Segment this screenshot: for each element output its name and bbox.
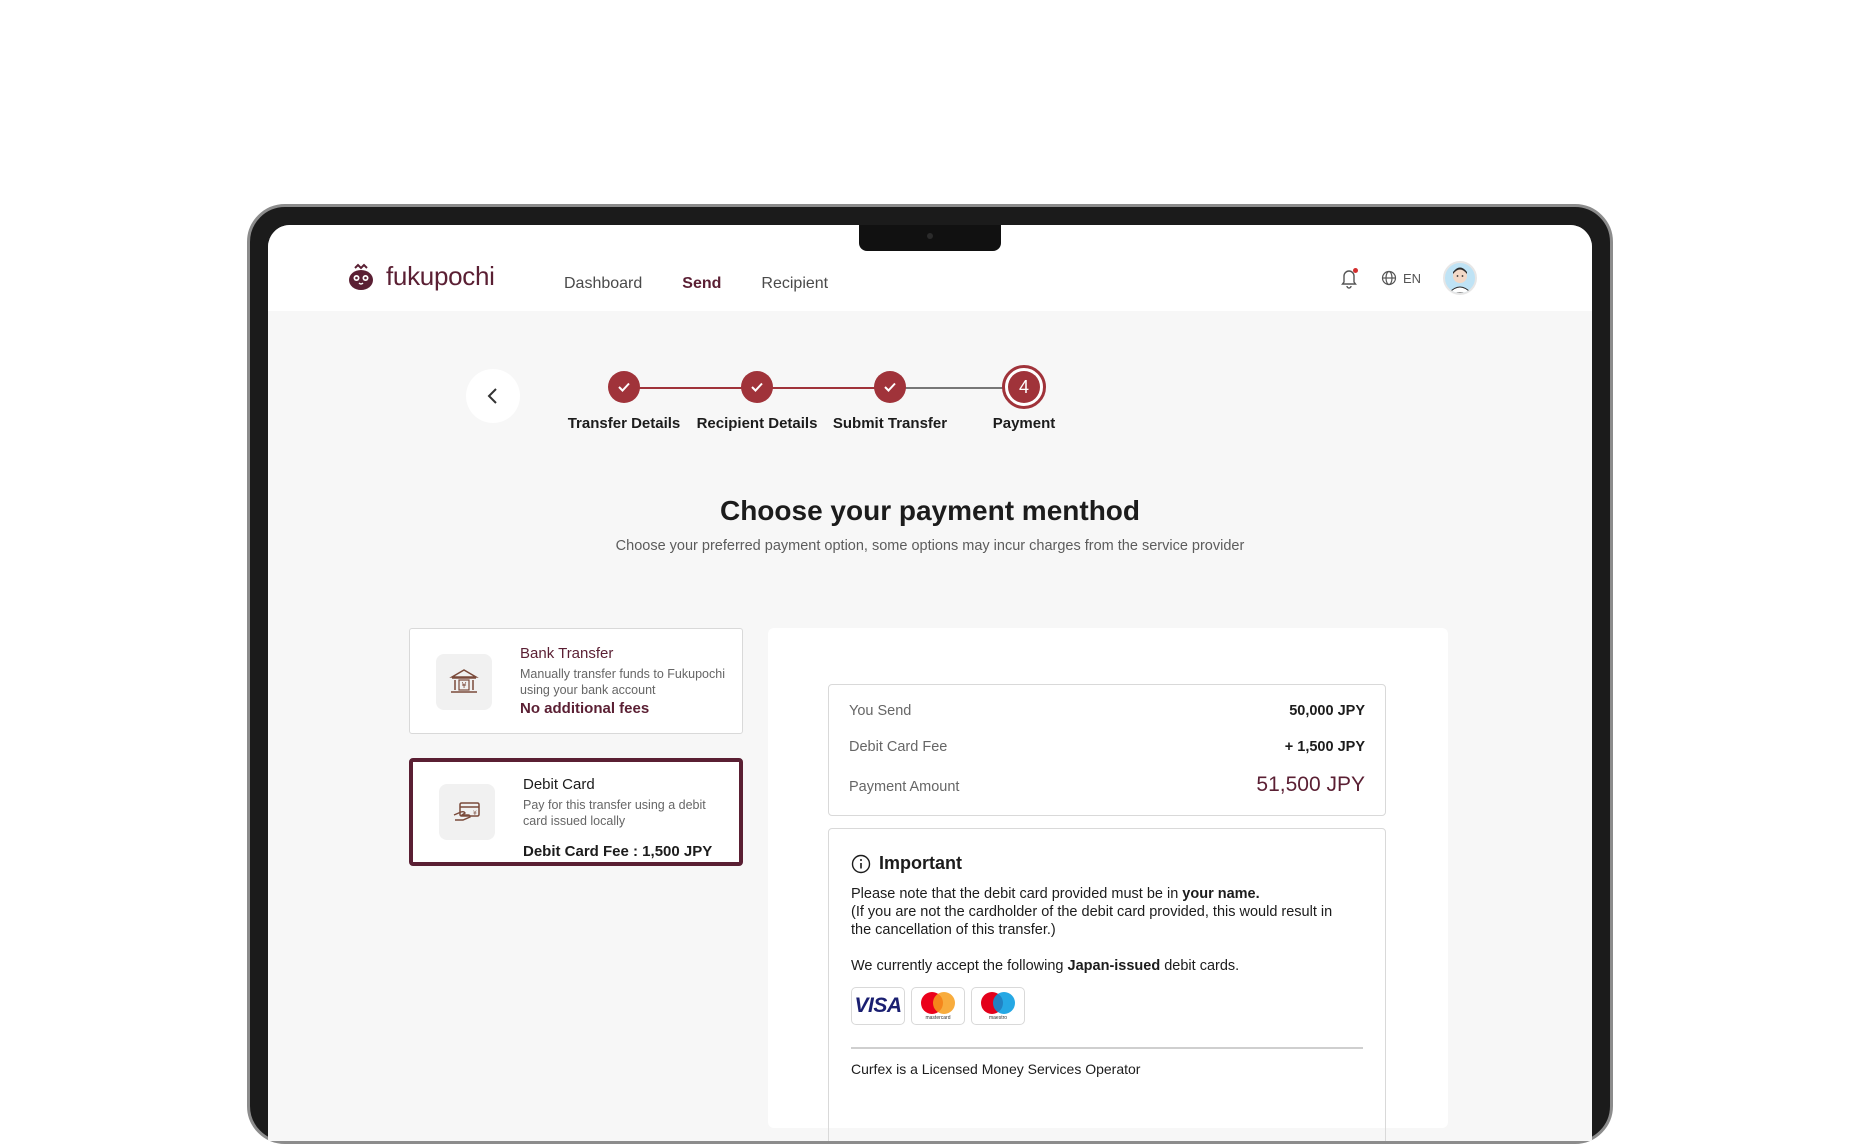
summary-label: Payment Amount	[849, 779, 960, 795]
license-note: Curfex is a Licensed Money Services Oper…	[851, 1061, 1141, 1077]
payment-summary: You Send 50,000 JPY Debit Card Fee + 1,5…	[828, 684, 1386, 816]
important-title: Important	[879, 853, 962, 873]
option-title: Bank Transfer	[520, 645, 614, 662]
important-line-2: (If you are not the cardholder of the de…	[851, 904, 1333, 938]
card-payment-icon: ¥	[439, 784, 495, 840]
maestro-logo-icon: maestro	[971, 987, 1025, 1025]
fukupochi-logo-icon	[349, 263, 373, 290]
nav-actions: EN	[1339, 261, 1477, 295]
svg-text:¥: ¥	[461, 681, 466, 690]
option-title: Debit Card	[523, 776, 595, 793]
step-number: 4	[1008, 371, 1040, 403]
mastercard-wordmark: mastercard	[925, 1014, 951, 1021]
info-icon	[851, 854, 871, 873]
step-payment: 4 Payment	[944, 365, 1104, 432]
language-code: EN	[1402, 270, 1421, 286]
maestro-circles	[980, 991, 1016, 1014]
language-selector[interactable]: EN	[1381, 270, 1421, 286]
globe-icon	[1381, 270, 1397, 286]
nav-recipient[interactable]: Recipient	[761, 275, 828, 293]
camera-notch	[859, 225, 1001, 251]
option-description: Pay for this transfer using a debit card…	[523, 798, 706, 828]
nav-dashboard[interactable]: Dashboard	[564, 275, 642, 293]
summary-label: You Send	[849, 703, 912, 719]
text-bold: your name.	[1182, 886, 1260, 902]
app-name: fukupochi	[386, 261, 495, 291]
important-heading: Important	[851, 853, 962, 874]
visa-wordmark: VISA	[854, 994, 902, 1017]
notification-dot	[1352, 268, 1358, 273]
payment-amount-value: 51,500 JPY	[1256, 773, 1365, 796]
option-fee-note: Debit Card Fee : 1,500 JPY	[523, 843, 713, 860]
summary-row-you-send: You Send 50,000 JPY	[849, 703, 1365, 719]
check-icon	[874, 371, 906, 403]
svg-text:¥: ¥	[473, 810, 477, 817]
current-step-indicator: 4	[1002, 365, 1046, 409]
text-segment: Please note that the debit card provided…	[851, 886, 1183, 902]
important-line-1: Please note that the debit card provided…	[851, 885, 1355, 903]
summary-row-payment-amount: Payment Amount 51,500 JPY	[849, 773, 1365, 797]
page-subtitle: Choose your preferred payment option, so…	[615, 538, 1245, 554]
summary-row-debit-card-fee: Debit Card Fee + 1,500 JPY	[849, 739, 1365, 755]
check-icon	[741, 371, 773, 403]
important-line-3: We currently accept the following Japan-…	[851, 957, 1355, 975]
payment-details-panel: You Send 50,000 JPY Debit Card Fee + 1,5…	[768, 628, 1448, 1141]
payment-option-bank-transfer[interactable]: ¥ Bank Transfer Manually transfer funds …	[409, 628, 743, 734]
option-fee-note: No additional fees	[520, 700, 650, 717]
mastercard-circles	[920, 991, 956, 1014]
summary-value: + 1,500 JPY	[1284, 739, 1365, 755]
page-title: Choose your payment menthod	[719, 495, 1141, 526]
visa-logo-icon: VISA	[851, 987, 905, 1025]
summary-label: Debit Card Fee	[849, 739, 948, 755]
step-label: Payment	[992, 415, 1056, 432]
important-notice: Important Please note that the debit car…	[828, 828, 1386, 1141]
bank-icon: ¥	[436, 654, 492, 710]
nav-send[interactable]: Send	[682, 275, 721, 293]
option-text: Debit Card Pay for this transfer using a…	[523, 776, 725, 860]
user-avatar[interactable]	[1443, 261, 1477, 295]
camera-icon	[927, 233, 933, 239]
notification-bell-icon[interactable]	[1339, 267, 1359, 289]
check-icon	[608, 371, 640, 403]
maestro-wordmark: maestro	[988, 1014, 1008, 1021]
text-segment: debit cards.	[1160, 958, 1240, 974]
text-bold: Japan-issued	[1067, 958, 1161, 974]
option-text: Bank Transfer Manually transfer funds to…	[520, 645, 728, 717]
mastercard-logo-icon: mastercard	[911, 987, 965, 1025]
app-logo[interactable]: fukupochi	[346, 261, 495, 292]
main-nav: Dashboard Send Recipient	[564, 275, 828, 293]
divider	[851, 1047, 1363, 1049]
payment-option-debit-card[interactable]: ¥ Debit Card Pay for this transfer using…	[409, 758, 743, 866]
summary-value: 50,000 JPY	[1289, 703, 1365, 719]
progress-stepper: Transfer Details Recipient Details Submi…	[268, 365, 1592, 451]
accepted-cards: VISA mastercard maestro	[851, 987, 1025, 1025]
laptop-frame: fukupochi Dashboard Send Recipient EN Tr…	[247, 204, 1613, 1144]
app-screen: fukupochi Dashboard Send Recipient EN Tr…	[268, 225, 1592, 1141]
text-segment: We currently accept the following	[851, 958, 1068, 974]
option-description: Manually transfer funds to Fukupochi usi…	[520, 667, 725, 697]
